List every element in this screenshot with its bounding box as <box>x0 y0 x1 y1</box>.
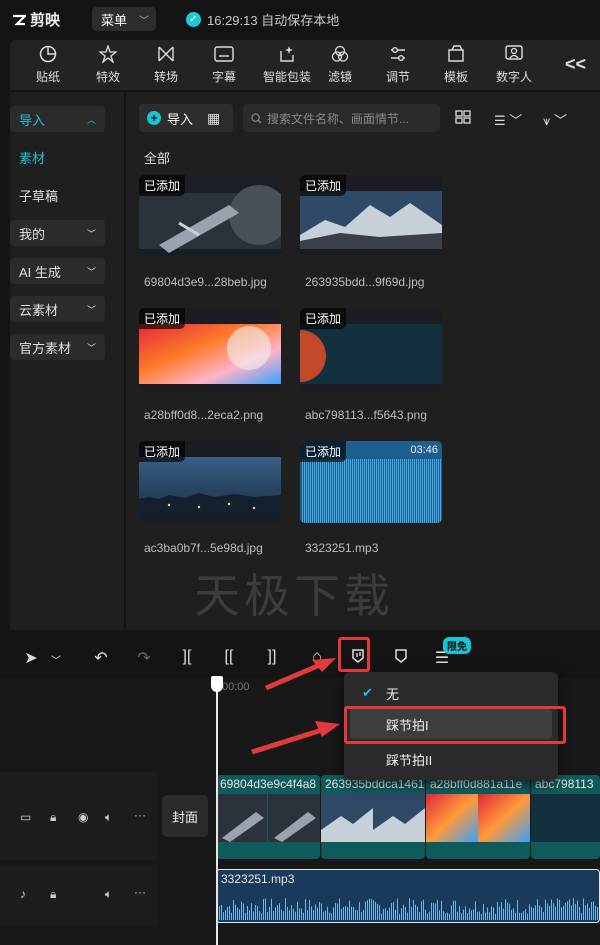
annotation-arrow-1 <box>265 661 323 691</box>
annotation-arrow-2 <box>251 727 323 755</box>
arrow-head-2 <box>315 721 340 737</box>
annotation-arrows <box>251 658 340 755</box>
